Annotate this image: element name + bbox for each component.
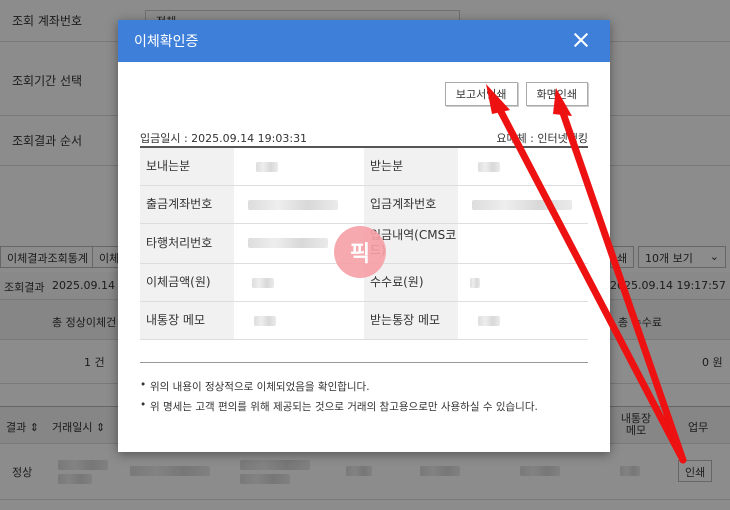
- close-icon[interactable]: [572, 31, 590, 49]
- report-print-button[interactable]: 보고서인쇄: [444, 82, 518, 106]
- notice-item: 위 명세는 고객 편의를 위해 제공되는 것으로 거래의 참고용으로만 사용하실…: [140, 399, 588, 414]
- withdraw-account-label: 출금계좌번호: [140, 185, 234, 224]
- detail-row: 출금계좌번호 입금계좌번호: [140, 185, 588, 224]
- modal-header: 이체확인증: [118, 20, 610, 62]
- withdraw-account-value: [234, 185, 364, 224]
- detail-row: 내통장 메모 받는통장 메모: [140, 301, 588, 340]
- deposit-account-value: [458, 185, 588, 224]
- notice-list: 위의 내용이 정상적으로 이체되었음을 확인합니다. 위 명세는 고객 편의를 …: [140, 362, 588, 419]
- deposit-datetime: 입금일시 : 2025.09.14 19:03:31: [140, 132, 308, 145]
- bank-process-number-label: 타행처리번호: [140, 223, 234, 264]
- sender-label: 보내는분: [140, 147, 234, 186]
- watermark-stamp: 픽: [334, 226, 386, 278]
- receiver-memo-value: [458, 301, 588, 340]
- detail-row: 보내는분 받는분: [140, 147, 588, 186]
- sender-value: [234, 147, 364, 186]
- print-toolbar: 보고서인쇄 화면인쇄: [444, 82, 588, 106]
- my-memo-label: 내통장 메모: [140, 301, 234, 340]
- receiver-label: 받는분: [364, 147, 458, 186]
- modal-title: 이체확인증: [134, 34, 199, 50]
- channel-info: 요매체 : 인터넷뱅킹: [496, 132, 588, 145]
- screen-print-button[interactable]: 화면인쇄: [525, 82, 588, 106]
- fee-value: [458, 263, 588, 302]
- deposit-account-label: 입금계좌번호: [364, 185, 458, 224]
- receiver-value: [458, 147, 588, 186]
- transfer-info: 입금일시 : 2025.09.14 19:03:31 요매체 : 인터넷뱅킹: [140, 130, 588, 145]
- my-memo-value: [234, 301, 364, 340]
- receiver-memo-label: 받는통장 메모: [364, 301, 458, 340]
- notice-item: 위의 내용이 정상적으로 이체되었음을 확인합니다.: [140, 379, 588, 394]
- deposit-detail-value: [458, 223, 588, 264]
- amount-label: 이체금액(원): [140, 263, 234, 302]
